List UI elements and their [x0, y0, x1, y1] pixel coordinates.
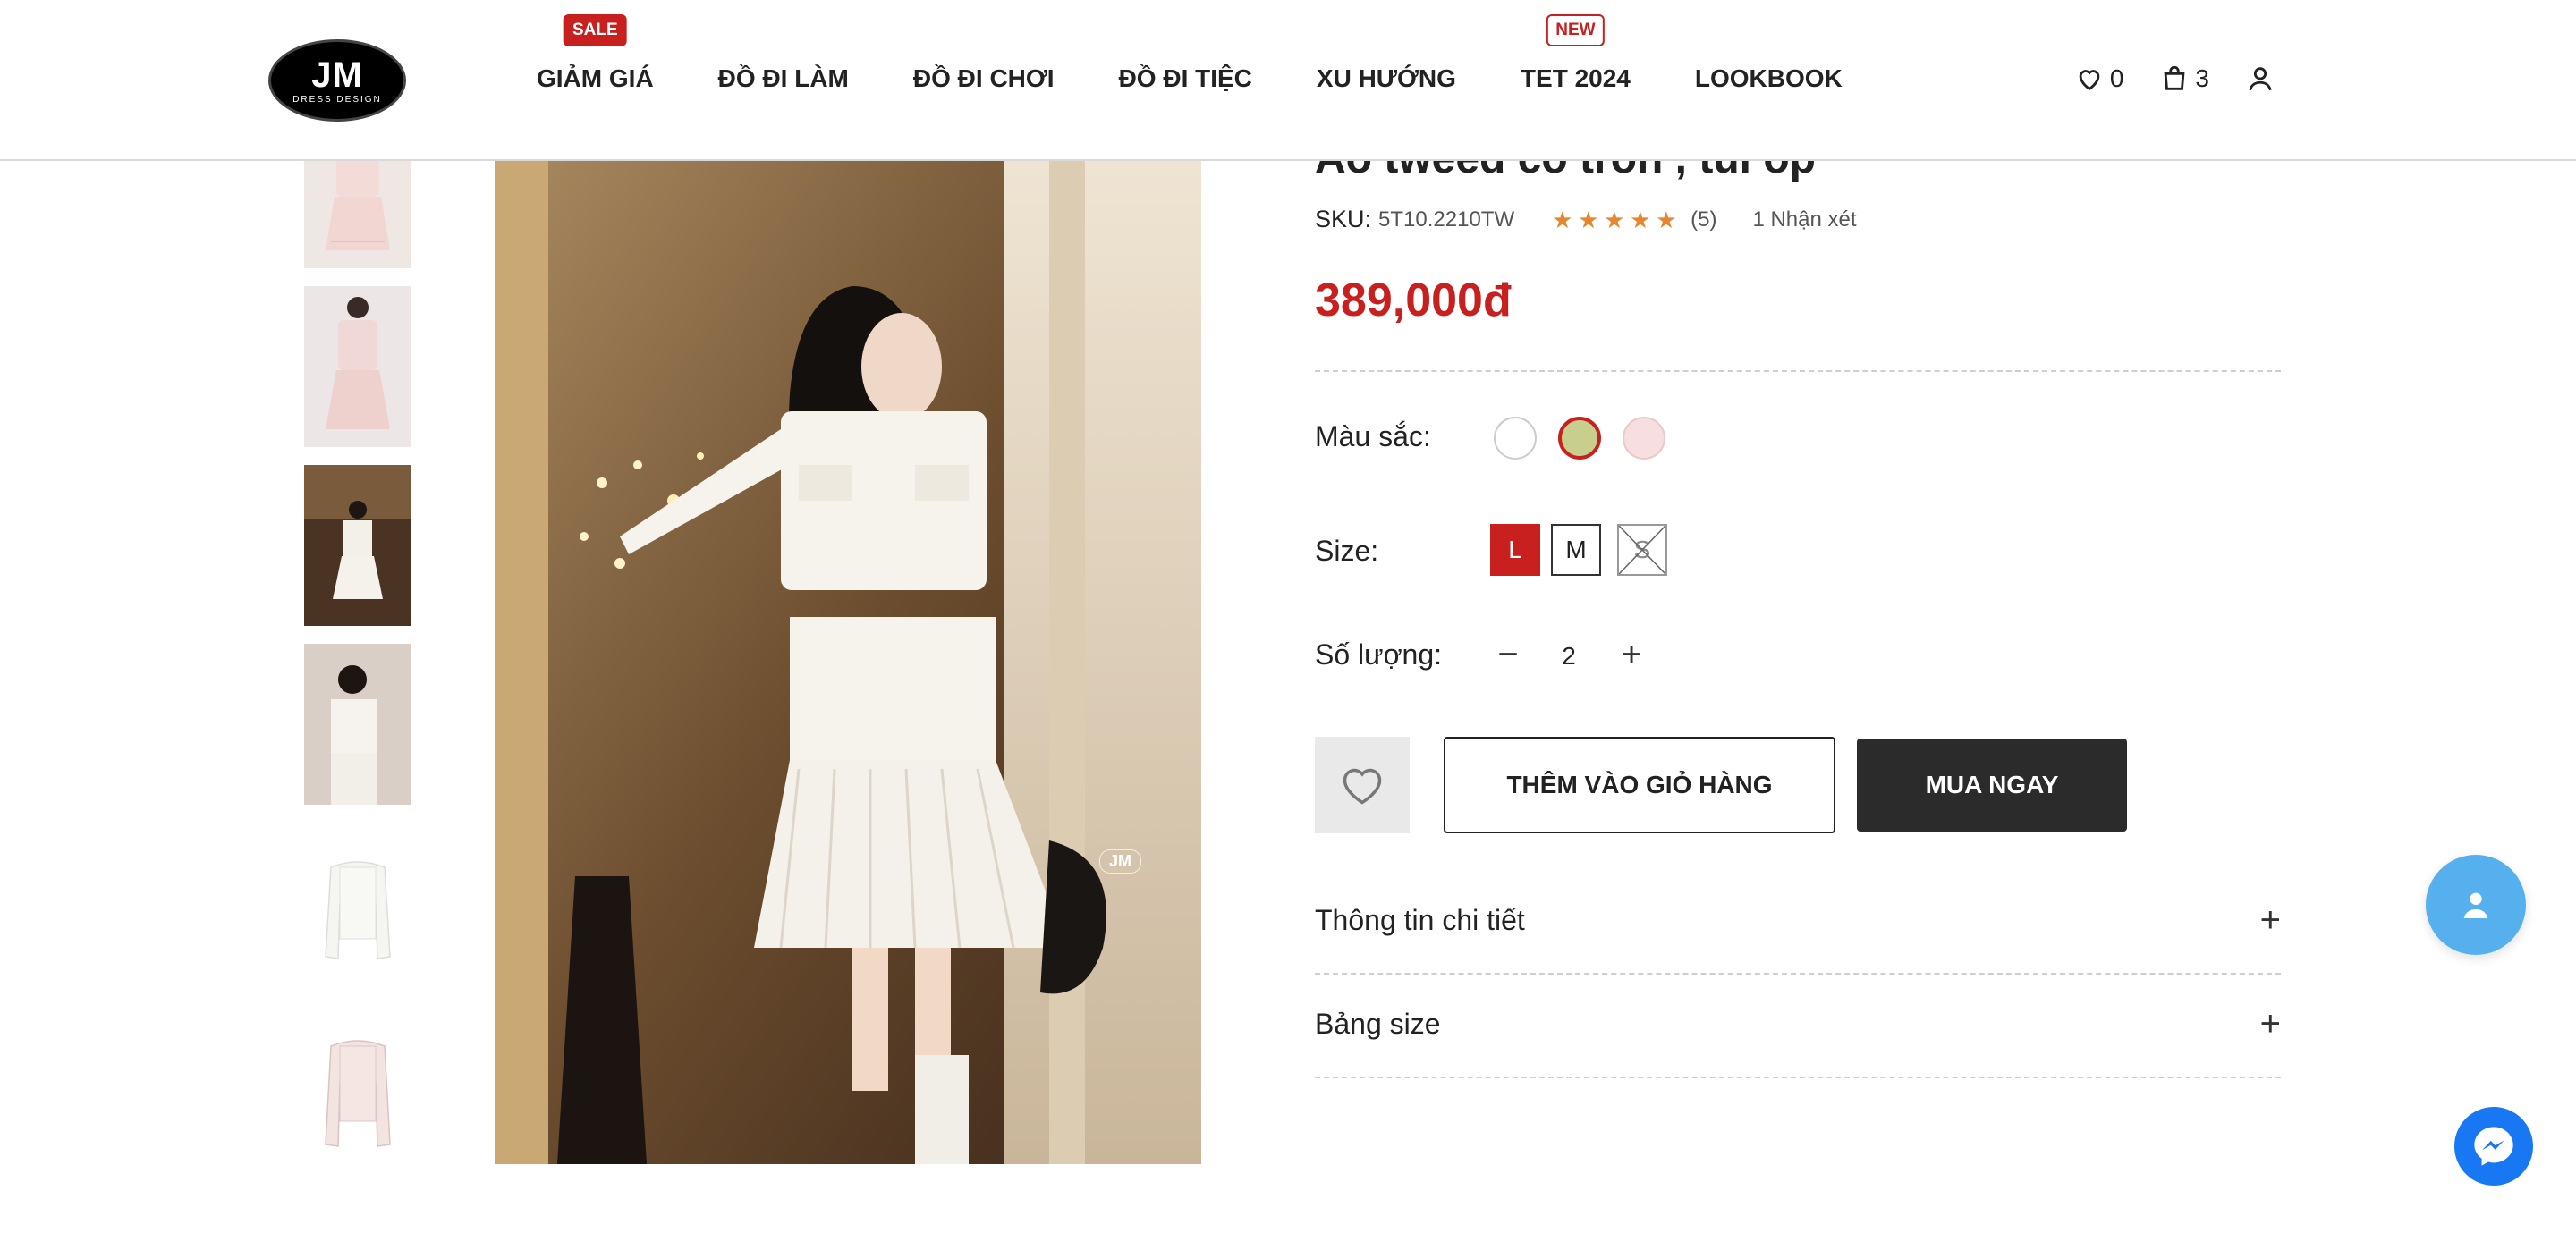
star-icon: ★ — [1578, 206, 1599, 233]
nav-item-casual[interactable]: ĐỒ ĐI CHƠI — [913, 64, 1055, 93]
user-icon — [2463, 892, 2488, 918]
thumbnail-4[interactable] — [304, 644, 411, 805]
star-icon: ★ — [1656, 206, 1677, 233]
color-swatch-white[interactable] — [1494, 417, 1537, 460]
nav-label: ĐỒ ĐI LÀM — [717, 64, 849, 92]
sale-badge: SALE — [563, 14, 627, 46]
accordion-details[interactable]: Thông tin chi tiết + — [1315, 880, 2281, 960]
sku-value: 5T10.2210TW — [1378, 207, 1515, 232]
thumbnail-5[interactable] — [304, 849, 411, 984]
user-icon — [2249, 67, 2272, 91]
size-option-m[interactable]: M — [1551, 524, 1601, 576]
shopping-bag-icon — [2164, 65, 2185, 90]
site-header: JM DRESS DESIGN SALE GIẢM GIÁ ĐỒ ĐI LÀM … — [0, 0, 2576, 161]
nav-label: ĐỒ ĐI TIỆC — [1118, 64, 1252, 92]
logo-text: JM — [311, 55, 363, 95]
add-to-cart-button[interactable]: THÊM VÀO GIỎ HÀNG — [1444, 737, 1835, 833]
quantity-minus-button[interactable]: − — [1490, 637, 1526, 672]
unavailable-cross-icon — [1619, 526, 1665, 574]
quantity-value[interactable]: 2 — [1551, 642, 1587, 671]
quantity-label: Số lượng: — [1315, 638, 1443, 671]
thumbnail-6[interactable] — [304, 1028, 411, 1162]
cart-link[interactable]: 3 — [2159, 63, 2209, 94]
divider — [1315, 1077, 2281, 1078]
cart-count: 3 — [2195, 64, 2209, 92]
watermark-text: JM — [1099, 849, 1142, 874]
nav-item-trends[interactable]: XU HƯỚNG — [1317, 64, 1456, 93]
main-nav: SALE GIẢM GIÁ ĐỒ ĐI LÀM ĐỒ ĐI CHƠI ĐỒ ĐI… — [537, 0, 1907, 161]
star-icon: ★ — [1604, 206, 1625, 233]
nav-item-sale[interactable]: SALE GIẢM GIÁ — [537, 14, 654, 93]
wishlist-link[interactable]: 0 — [2074, 63, 2124, 94]
thumbnail-image — [304, 849, 411, 984]
star-icon: ★ — [1552, 206, 1573, 233]
nav-item-party[interactable]: ĐỒ ĐI TIỆC — [1119, 64, 1252, 93]
quantity-plus-button[interactable]: + — [1614, 637, 1649, 672]
thumbnail-3[interactable] — [304, 465, 411, 626]
size-option-l[interactable]: L — [1490, 524, 1540, 576]
thumbnail-2[interactable] — [304, 286, 411, 447]
buy-now-button[interactable]: MUA NGAY — [1857, 739, 2127, 832]
wishlist-count: 0 — [2109, 64, 2124, 92]
thumbnail-image — [304, 1028, 411, 1162]
divider — [1315, 370, 2281, 372]
header-icons: 0 3 — [2038, 57, 2281, 100]
nav-label: TET 2024 — [1520, 64, 1631, 92]
add-to-wishlist-button[interactable] — [1315, 737, 1410, 833]
size-label: Size: — [1315, 535, 1379, 567]
nav-item-lookbook[interactable]: LOOKBOOK — [1695, 64, 1843, 93]
color-swatch-pink[interactable] — [1623, 417, 1665, 460]
plus-icon: + — [2259, 1003, 2281, 1043]
contact-float-button[interactable] — [2426, 855, 2526, 955]
heart-icon — [1343, 768, 1382, 805]
color-swatch-olive[interactable] — [1558, 417, 1601, 460]
main-product-image[interactable]: JM — [495, 161, 1201, 1164]
product-photo — [495, 161, 1201, 1164]
nav-label: XU HƯỚNG — [1316, 64, 1456, 92]
account-link[interactable] — [2245, 63, 2281, 94]
nav-label: ĐỒ ĐI CHƠI — [912, 64, 1055, 92]
size-option-s: S — [1617, 524, 1667, 576]
star-icon: ★ — [1630, 206, 1651, 233]
thumbnail-image — [304, 644, 411, 805]
product-price: 389,000đ — [1315, 274, 1512, 326]
logo-subtitle: DRESS DESIGN — [292, 94, 382, 105]
accordion-label: Thông tin chi tiết — [1315, 903, 1525, 936]
nav-label: LOOKBOOK — [1694, 64, 1843, 92]
accordion-size-chart[interactable]: Bảng size + — [1315, 984, 2281, 1064]
brand-logo[interactable]: JM DRESS DESIGN — [268, 39, 406, 122]
sku-rating-row: SKU: 5T10.2210TW ★ ★ ★ ★ ★ (5) 1 Nhận xé… — [1315, 206, 1857, 233]
heart-icon — [2079, 70, 2100, 91]
new-badge: NEW — [1546, 14, 1605, 46]
sku-label: SKU: — [1315, 206, 1372, 232]
nav-item-work[interactable]: ĐỒ ĐI LÀM — [718, 64, 849, 93]
nav-label: GIẢM GIÁ — [537, 64, 654, 92]
plus-icon: + — [2259, 899, 2281, 940]
messenger-icon — [2474, 1127, 2513, 1166]
rating-count: (5) — [1690, 207, 1717, 232]
thumbnail-image — [304, 465, 411, 626]
accordion-label: Bảng size — [1315, 1007, 1441, 1040]
reviews-link[interactable]: 1 Nhận xét — [1752, 207, 1856, 232]
thumbnail-image — [304, 286, 411, 447]
messenger-float-button[interactable] — [2454, 1107, 2533, 1186]
nav-item-tet[interactable]: NEW TET 2024 — [1520, 14, 1631, 93]
rating-stars[interactable]: ★ ★ ★ ★ ★ — [1552, 208, 1682, 232]
color-label: Màu sắc: — [1315, 420, 1431, 452]
divider — [1315, 973, 2281, 975]
